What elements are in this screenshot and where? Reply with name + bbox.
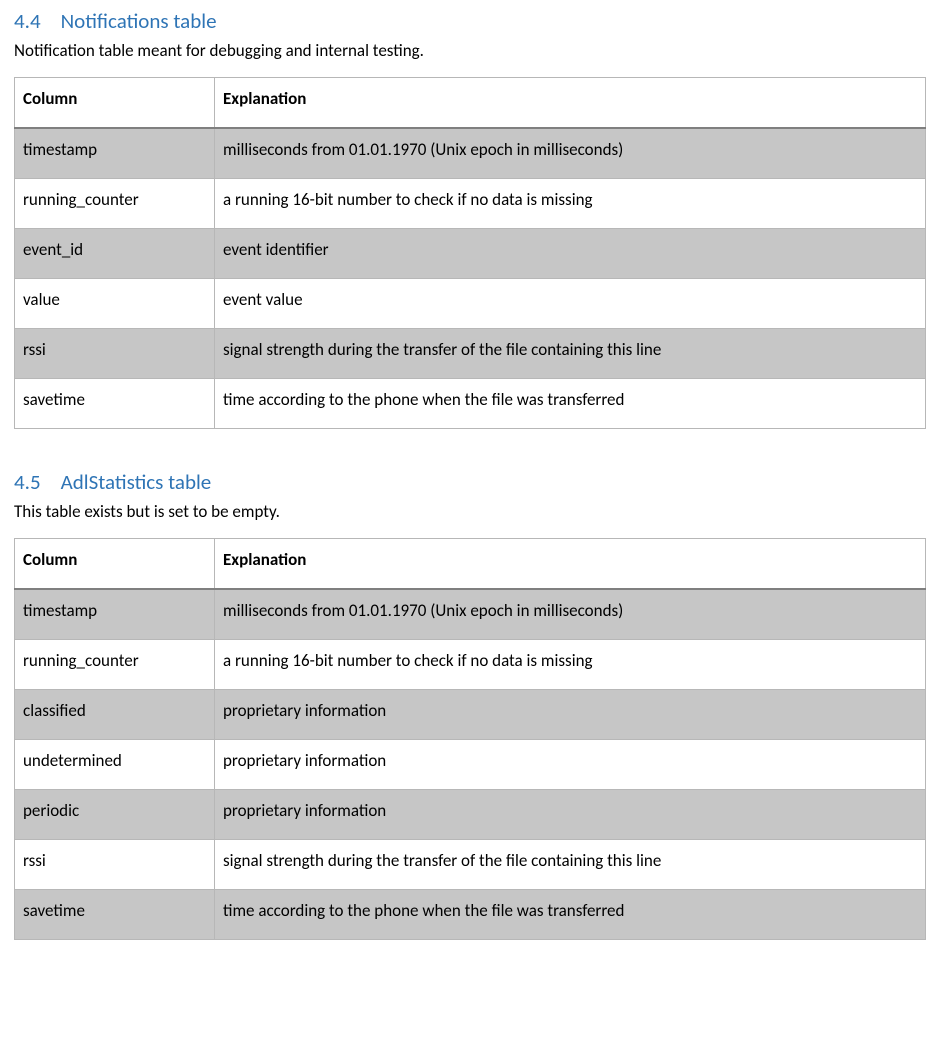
table-row: valueevent value (15, 279, 926, 329)
cell-explanation: signal strength during the transfer of t… (215, 329, 926, 379)
cell-column: value (15, 279, 215, 329)
section-number: 4.4 (14, 8, 41, 34)
notifications-table: Column Explanation timestampmilliseconds… (14, 77, 926, 429)
section-title: AdlStatistics table (61, 469, 212, 495)
cell-explanation: proprietary information (215, 740, 926, 790)
table-header-explanation: Explanation (215, 78, 926, 129)
table-row: rssisignal strength during the transfer … (15, 329, 926, 379)
cell-explanation: milliseconds from 01.01.1970 (Unix epoch… (215, 589, 926, 640)
table-row: classifiedproprietary information (15, 690, 926, 740)
section-title: Notifications table (61, 8, 217, 34)
cell-column: running_counter (15, 179, 215, 229)
cell-column: savetime (15, 890, 215, 940)
cell-explanation: a running 16-bit number to check if no d… (215, 640, 926, 690)
cell-column: timestamp (15, 589, 215, 640)
cell-explanation: time according to the phone when the fil… (215, 379, 926, 429)
section-number: 4.5 (14, 469, 41, 495)
table-row: running_countera running 16-bit number t… (15, 640, 926, 690)
table-row: timestampmilliseconds from 01.01.1970 (U… (15, 128, 926, 179)
cell-column: rssi (15, 329, 215, 379)
section-heading-notifications: 4.4 Notifications table (14, 8, 926, 34)
cell-column: periodic (15, 790, 215, 840)
cell-explanation: event value (215, 279, 926, 329)
section-intro: Notification table meant for debugging a… (14, 40, 926, 61)
table-row: event_idevent identifier (15, 229, 926, 279)
cell-explanation: proprietary information (215, 790, 926, 840)
cell-explanation: proprietary information (215, 690, 926, 740)
table-header-column: Column (15, 78, 215, 129)
cell-column: classified (15, 690, 215, 740)
table-row: savetimetime according to the phone when… (15, 379, 926, 429)
table-row: timestampmilliseconds from 01.01.1970 (U… (15, 589, 926, 640)
cell-column: running_counter (15, 640, 215, 690)
table-row: periodicproprietary information (15, 790, 926, 840)
cell-column: savetime (15, 379, 215, 429)
table-header-column: Column (15, 539, 215, 590)
cell-column: timestamp (15, 128, 215, 179)
cell-column: event_id (15, 229, 215, 279)
cell-column: undetermined (15, 740, 215, 790)
table-row: rssisignal strength during the transfer … (15, 840, 926, 890)
section-intro: This table exists but is set to be empty… (14, 501, 926, 522)
adlstatistics-table: Column Explanation timestampmilliseconds… (14, 538, 926, 940)
cell-explanation: milliseconds from 01.01.1970 (Unix epoch… (215, 128, 926, 179)
table-row: undeterminedproprietary information (15, 740, 926, 790)
section-heading-adlstatistics: 4.5 AdlStatistics table (14, 469, 926, 495)
cell-explanation: time according to the phone when the fil… (215, 890, 926, 940)
cell-explanation: signal strength during the transfer of t… (215, 840, 926, 890)
table-row: savetimetime according to the phone when… (15, 890, 926, 940)
table-header-explanation: Explanation (215, 539, 926, 590)
table-row: running_countera running 16-bit number t… (15, 179, 926, 229)
cell-explanation: a running 16-bit number to check if no d… (215, 179, 926, 229)
cell-explanation: event identifier (215, 229, 926, 279)
cell-column: rssi (15, 840, 215, 890)
